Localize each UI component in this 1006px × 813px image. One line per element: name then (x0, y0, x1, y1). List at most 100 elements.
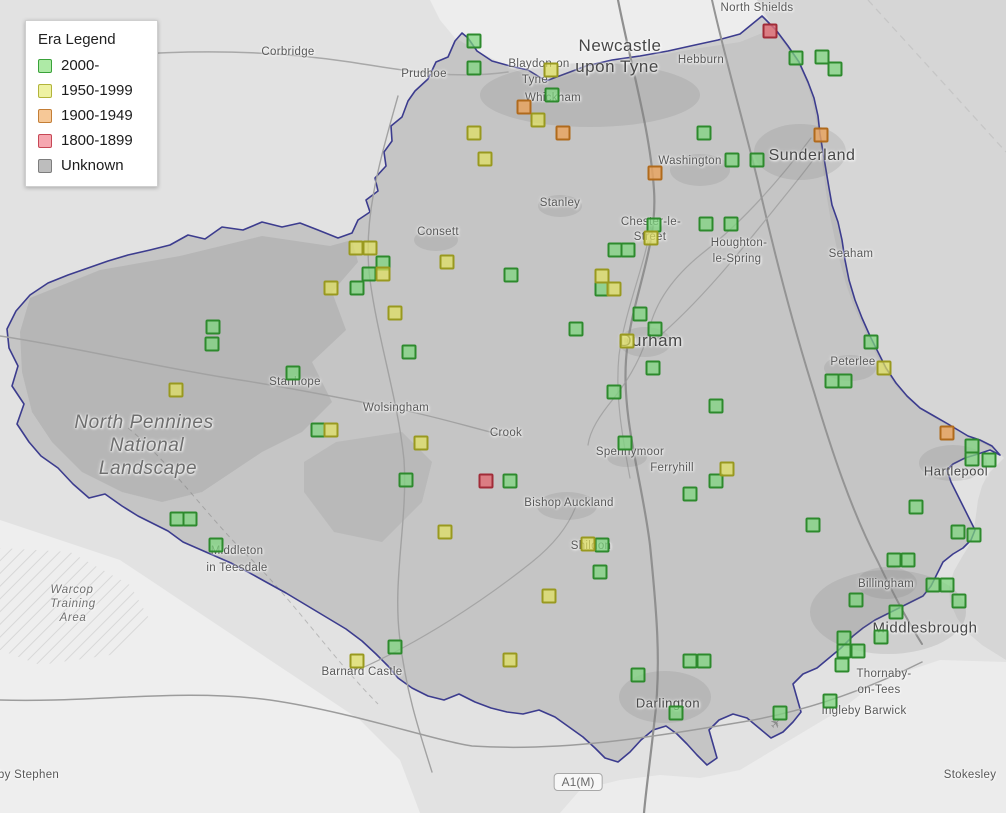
era-marker[interactable] (398, 472, 414, 488)
era-marker[interactable] (822, 693, 838, 709)
era-marker[interactable] (647, 321, 663, 337)
era-marker[interactable] (647, 165, 663, 181)
era-marker[interactable] (349, 280, 365, 296)
era-marker[interactable] (836, 643, 852, 659)
era-marker[interactable] (606, 384, 622, 400)
era-marker[interactable] (401, 344, 417, 360)
era-marker[interactable] (502, 652, 518, 668)
era-marker[interactable] (592, 564, 608, 580)
era-marker[interactable] (724, 152, 740, 168)
era-marker[interactable] (834, 657, 850, 673)
era-marker[interactable] (643, 230, 659, 246)
era-marker[interactable] (620, 242, 636, 258)
era-marker[interactable] (323, 422, 339, 438)
era-marker[interactable] (696, 125, 712, 141)
era-marker[interactable] (696, 653, 712, 669)
legend-items: 2000- 1950-1999 1900-1949 1800-1899 Unknown (38, 57, 145, 174)
era-marker[interactable] (568, 321, 584, 337)
era-marker[interactable] (900, 552, 916, 568)
era-marker[interactable] (925, 577, 941, 593)
era-marker[interactable] (908, 499, 924, 515)
legend-label: 2000- (61, 57, 100, 74)
era-marker[interactable] (555, 125, 571, 141)
era-marker[interactable] (788, 50, 804, 66)
era-marker[interactable] (466, 60, 482, 76)
era-marker[interactable] (617, 435, 633, 451)
era-marker[interactable] (876, 360, 892, 376)
era-marker[interactable] (772, 705, 788, 721)
era-marker[interactable] (668, 705, 684, 721)
era-marker[interactable] (204, 336, 220, 352)
era-marker[interactable] (387, 639, 403, 655)
legend-label: 1900-1949 (61, 107, 133, 124)
legend-item-o: 1900-1949 (38, 107, 145, 124)
era-marker[interactable] (964, 451, 980, 467)
legend-swatch-icon (38, 58, 52, 73)
era-marker[interactable] (516, 99, 532, 115)
era-marker[interactable] (837, 373, 853, 389)
era-marker[interactable] (502, 473, 518, 489)
era-marker[interactable] (348, 240, 364, 256)
era-marker[interactable] (863, 334, 879, 350)
era-marker[interactable] (619, 333, 635, 349)
era-marker[interactable] (805, 517, 821, 533)
era-marker[interactable] (762, 23, 778, 39)
era-marker[interactable] (981, 452, 997, 468)
era-marker[interactable] (630, 667, 646, 683)
era-marker[interactable] (888, 604, 904, 620)
era-marker[interactable] (530, 112, 546, 128)
era-marker[interactable] (285, 365, 301, 381)
era-marker[interactable] (580, 536, 596, 552)
era-marker[interactable] (645, 360, 661, 376)
era-marker[interactable] (387, 305, 403, 321)
legend-item-y: 1950-1999 (38, 82, 145, 99)
era-marker[interactable] (606, 281, 622, 297)
era-marker[interactable] (682, 486, 698, 502)
era-marker[interactable] (950, 524, 966, 540)
legend-item-g: 2000- (38, 57, 145, 74)
era-marker[interactable] (503, 267, 519, 283)
legend-swatch-icon (38, 83, 52, 98)
era-marker[interactable] (723, 216, 739, 232)
era-marker[interactable] (682, 653, 698, 669)
era-marker[interactable] (544, 87, 560, 103)
era-marker[interactable] (413, 435, 429, 451)
era-marker[interactable] (873, 629, 889, 645)
era-marker[interactable] (719, 461, 735, 477)
era-marker[interactable] (208, 537, 224, 553)
era-marker[interactable] (205, 319, 221, 335)
era-marker[interactable] (749, 152, 765, 168)
era-marker[interactable] (850, 643, 866, 659)
era-marker[interactable] (375, 266, 391, 282)
era-marker[interactable] (698, 216, 714, 232)
era-marker[interactable] (168, 382, 184, 398)
era-marker[interactable] (708, 398, 724, 414)
map-application: Newcastle upon Tyne Sunderland Durham Middle… (0, 0, 1006, 813)
era-marker[interactable] (541, 588, 557, 604)
era-marker[interactable] (939, 577, 955, 593)
era-marker[interactable] (361, 266, 377, 282)
era-marker[interactable] (632, 306, 648, 322)
era-marker[interactable] (477, 151, 493, 167)
era-marker[interactable] (848, 592, 864, 608)
era-marker[interactable] (813, 127, 829, 143)
era-marker[interactable] (966, 527, 982, 543)
era-marker[interactable] (478, 473, 494, 489)
era-marker[interactable] (323, 280, 339, 296)
era-marker[interactable] (466, 125, 482, 141)
era-marker[interactable] (939, 425, 955, 441)
legend-label: 1800-1899 (61, 132, 133, 149)
era-marker[interactable] (362, 240, 378, 256)
era-marker[interactable] (349, 653, 365, 669)
era-marker[interactable] (886, 552, 902, 568)
era-marker[interactable] (182, 511, 198, 527)
era-marker[interactable] (466, 33, 482, 49)
era-marker[interactable] (439, 254, 455, 270)
era-marker[interactable] (437, 524, 453, 540)
era-marker[interactable] (543, 62, 559, 78)
era-marker[interactable] (594, 537, 610, 553)
era-marker[interactable] (951, 593, 967, 609)
legend-swatch-icon (38, 108, 52, 123)
legend-swatch-icon (38, 133, 52, 148)
era-marker[interactable] (827, 61, 843, 77)
